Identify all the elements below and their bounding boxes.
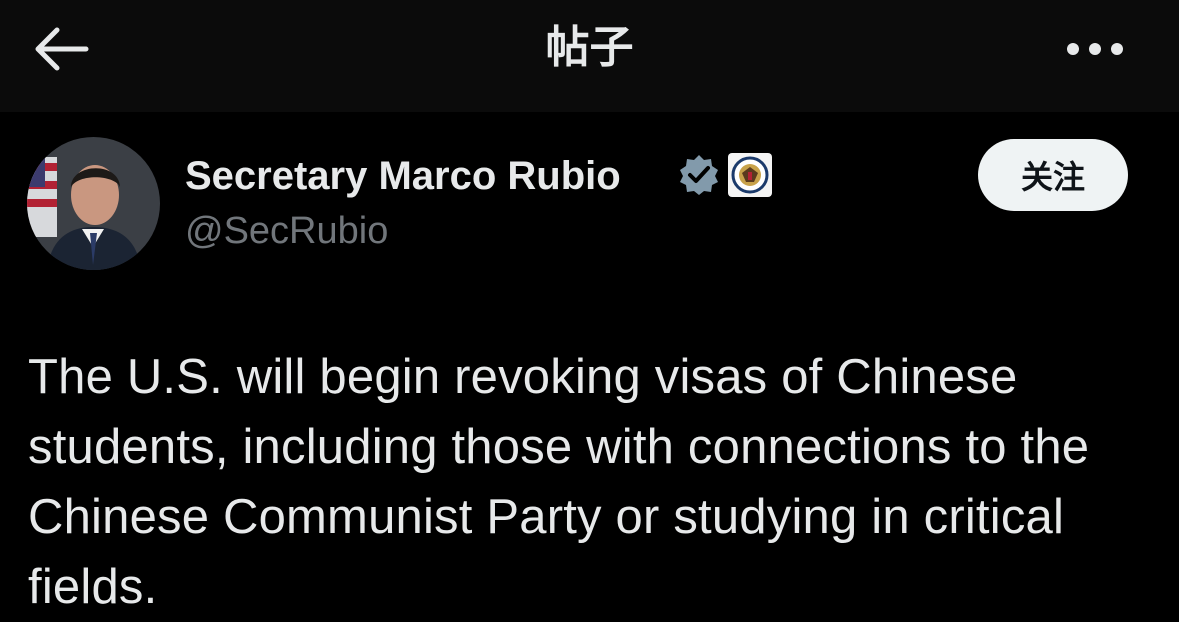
follow-button[interactable]: 关注 bbox=[978, 139, 1128, 211]
author-name[interactable]: Secretary Marco Rubio bbox=[185, 150, 621, 202]
page-title: 帖子 bbox=[545, 22, 634, 73]
more-button[interactable] bbox=[1062, 36, 1128, 62]
more-horizontal-icon bbox=[1067, 43, 1123, 55]
state-department-seal-icon[interactable] bbox=[727, 152, 773, 198]
verified-badge-icon[interactable] bbox=[678, 153, 720, 195]
top-bar: 帖子 bbox=[0, 0, 1179, 112]
post-text: The U.S. will begin revoking visas of Ch… bbox=[28, 350, 1090, 614]
author-handle[interactable]: @SecRubio bbox=[185, 206, 388, 256]
avatar[interactable] bbox=[27, 137, 160, 270]
